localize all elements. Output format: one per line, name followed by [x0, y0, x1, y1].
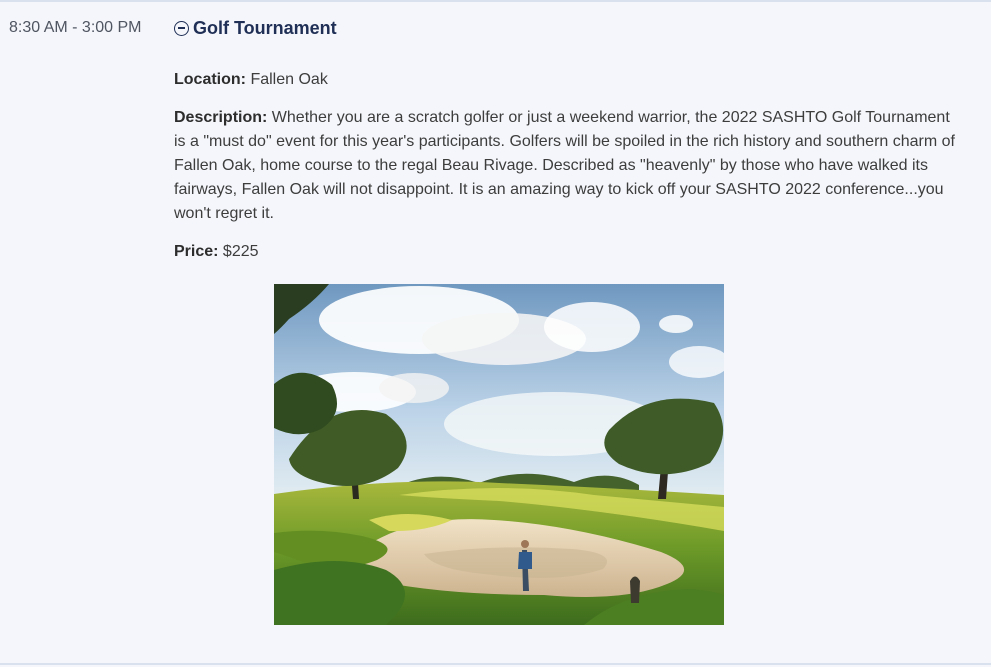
description-label: Description:	[174, 109, 268, 126]
event-description: Description: Whether you are a scratch g…	[174, 106, 964, 226]
event-details: Golf Tournament Location: Fallen Oak Des…	[174, 16, 964, 264]
minus-circle-icon[interactable]	[174, 20, 189, 36]
top-divider	[0, 0, 991, 2]
golf-course-photo	[274, 284, 724, 625]
price-label: Price:	[174, 243, 219, 260]
event-location: Location: Fallen Oak	[174, 68, 964, 92]
event-title-row[interactable]: Golf Tournament	[174, 16, 964, 40]
event-price: Price: $225	[174, 240, 964, 264]
event-time: 8:30 AM - 3:00 PM	[9, 19, 142, 36]
location-label: Location:	[174, 71, 246, 88]
location-value: Fallen Oak	[250, 71, 328, 88]
description-text: Whether you are a scratch golfer or just…	[174, 109, 955, 222]
bottom-divider	[0, 663, 991, 665]
event-title[interactable]: Golf Tournament	[193, 18, 337, 39]
price-value: $225	[222, 243, 259, 260]
